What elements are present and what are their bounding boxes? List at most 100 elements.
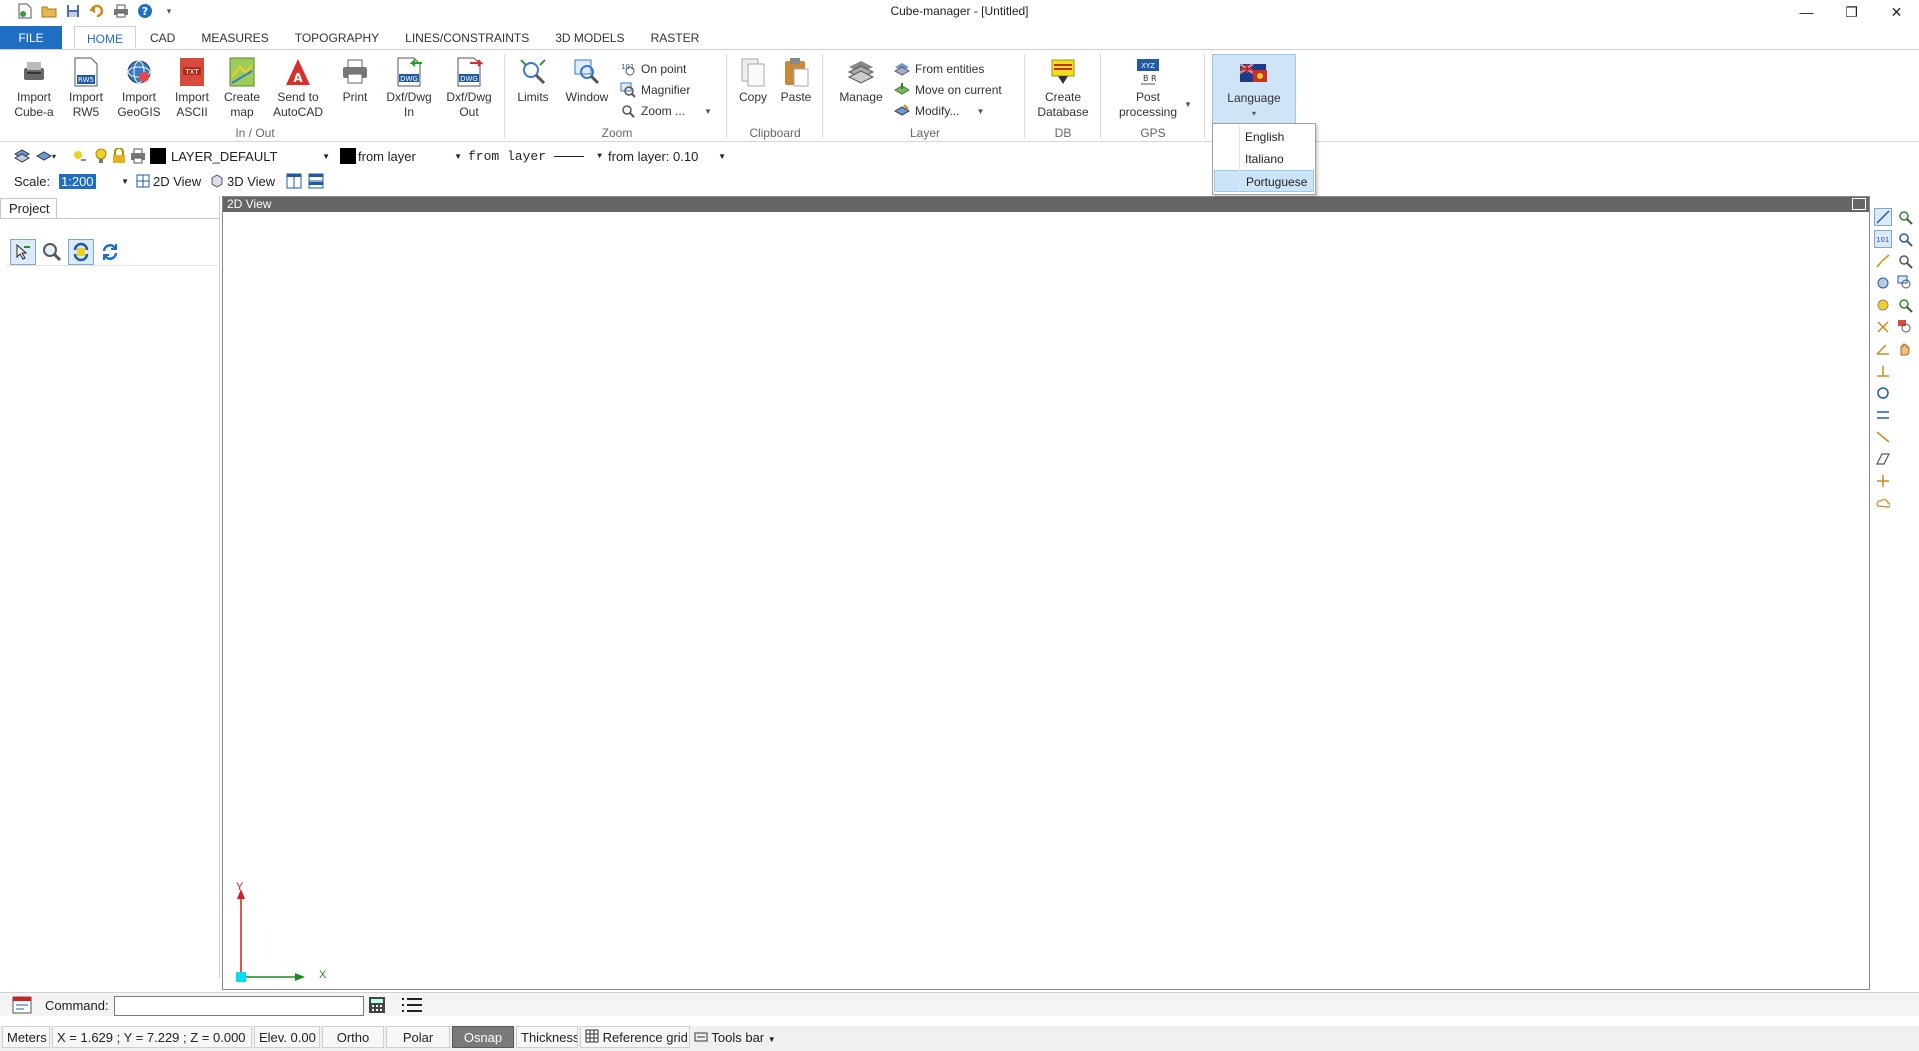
chevron-down-icon[interactable]: ▼ (1184, 100, 1192, 109)
zoom-on-point-button[interactable]: 101 On point (620, 60, 686, 78)
import-rw5-button[interactable]: RW5 Import RW5 (64, 56, 108, 120)
command-input[interactable] (114, 996, 364, 1016)
view-3d-button[interactable]: 3D View (210, 171, 275, 191)
perpendicular-tool-icon[interactable] (1874, 362, 1892, 380)
refresh-icon[interactable] (97, 239, 123, 265)
layer-select[interactable]: LAYER_DEFAULT ▼ (150, 146, 330, 166)
layers-manager-icon[interactable] (14, 146, 30, 166)
zoom-object-icon[interactable] (1896, 318, 1914, 336)
linetype-select[interactable]: from layer ▼ (468, 146, 602, 166)
units-indicator[interactable]: Meters (2, 1026, 50, 1048)
printer-small-icon[interactable] (130, 146, 146, 166)
osnap-toggle[interactable]: Osnap (452, 1026, 514, 1048)
scale-select[interactable]: 1:200 ▼ (59, 171, 129, 191)
layer-modify-button[interactable]: Modify... ▼ (894, 102, 984, 120)
language-option-english[interactable]: English (1213, 126, 1315, 148)
create-map-button[interactable]: Create map (222, 56, 262, 120)
node-tool-icon[interactable] (1874, 472, 1892, 490)
minimize-button[interactable]: — (1784, 0, 1829, 24)
dxf-dwg-in-button[interactable]: DWG Dxf/Dwg In (384, 56, 434, 120)
language-button[interactable]: Language ▾ (1212, 54, 1296, 126)
layer-from-entities-button[interactable]: From entities (894, 60, 984, 78)
select-pointer-icon[interactable] (10, 238, 36, 265)
lock-icon[interactable] (112, 146, 126, 166)
maximize-view-icon[interactable] (1852, 198, 1866, 210)
ortho-toggle[interactable]: Ortho (322, 1026, 384, 1048)
view-2d-button[interactable]: 2D View (136, 171, 201, 191)
tab-3d-models[interactable]: 3D MODELS (543, 26, 636, 49)
pan-hand-icon[interactable] (1896, 340, 1914, 358)
save-icon[interactable] (64, 2, 82, 20)
language-option-italiano[interactable]: Italiano (1213, 148, 1315, 170)
line-tool-icon[interactable] (1874, 208, 1892, 226)
copy-button[interactable]: Copy (736, 56, 770, 105)
command-history-icon[interactable] (12, 996, 32, 1017)
canvas-2d-view[interactable]: 2D View Y X (222, 196, 1870, 990)
zoom-realtime-icon[interactable] (1896, 296, 1914, 314)
zoom-limits-button[interactable]: Limits (514, 56, 552, 105)
arc-tool-icon[interactable] (1874, 384, 1892, 402)
import-geogis-button[interactable]: Import GeoGIS (116, 56, 162, 120)
tab-cad[interactable]: CAD (138, 26, 187, 49)
hatch-tool-icon[interactable] (1874, 450, 1892, 468)
create-database-button[interactable]: Create Database (1030, 56, 1096, 120)
split-horizontal-icon[interactable] (308, 171, 324, 191)
layer-move-on-current-button[interactable]: Move on current (894, 81, 1002, 99)
tools-bar-menu[interactable]: Tools bar ▼ (694, 1028, 776, 1048)
tab-topography[interactable]: TOPOGRAPHY (283, 26, 391, 49)
layer-visibility-icon[interactable] (72, 146, 88, 166)
tab-measures[interactable]: MEASURES (189, 26, 280, 49)
import-cube-a-button[interactable]: Import Cube-a (12, 56, 56, 120)
angle-tool-icon[interactable] (1874, 340, 1892, 358)
manage-layers-button[interactable]: Manage (838, 56, 884, 105)
print-button[interactable]: Print (338, 56, 372, 105)
reference-grid-toggle[interactable]: Reference grid (580, 1026, 690, 1048)
close-button[interactable]: ✕ (1874, 0, 1919, 24)
help-icon[interactable]: ? (136, 2, 154, 20)
bulb-icon[interactable] (94, 146, 108, 166)
zoom-more-button[interactable]: Zoom ... ▼ (620, 102, 712, 120)
undo-icon[interactable] (88, 2, 106, 20)
send-to-autocad-button[interactable]: A Send to AutoCAD (270, 56, 326, 120)
customize-qat-icon[interactable]: ▾ (160, 2, 178, 20)
open-folder-icon[interactable] (40, 2, 58, 20)
cloud-tool-icon[interactable] (1874, 494, 1892, 512)
dxf-dwg-out-button[interactable]: DWG Dxf/Dwg Out (444, 56, 494, 120)
lineweight-select[interactable]: from layer: 0.10 ▼ (608, 146, 726, 166)
thickness-toggle[interactable]: Thickness (516, 1026, 578, 1048)
sync-icon[interactable] (68, 238, 94, 265)
circle-tool-icon[interactable] (1874, 274, 1892, 292)
offset-tool-icon[interactable] (1874, 406, 1892, 424)
layer-state-icon[interactable]: ▾ (36, 146, 56, 166)
polar-toggle[interactable]: Polar (386, 1026, 450, 1048)
paste-button[interactable]: Paste (778, 56, 814, 105)
tab-file[interactable]: FILE (0, 26, 62, 49)
trim-tool-icon[interactable] (1874, 428, 1892, 446)
elevation-readout[interactable]: Elev. 0.00 (254, 1026, 320, 1048)
new-file-icon[interactable] (16, 2, 34, 20)
ellipse-tool-icon[interactable] (1874, 296, 1892, 314)
point-number-icon[interactable]: 101 (1874, 230, 1892, 248)
list-icon[interactable] (400, 996, 424, 1017)
calculator-icon[interactable] (368, 996, 386, 1017)
tab-project[interactable]: Project (0, 198, 57, 218)
tab-lines-constraints[interactable]: LINES/CONSTRAINTS (393, 26, 541, 49)
search-icon[interactable] (39, 239, 65, 265)
split-vertical-icon[interactable] (286, 171, 302, 191)
zoom-extents-icon[interactable] (1896, 208, 1914, 226)
language-option-portuguese[interactable]: Portuguese (1214, 170, 1314, 192)
post-processing-button[interactable]: XYZ B R Post processing (1108, 56, 1188, 120)
polyline-tool-icon[interactable] (1874, 252, 1892, 270)
zoom-magnifier-button[interactable]: Magnifier (620, 81, 690, 99)
import-ascii-button[interactable]: TXT Import ASCII (172, 56, 212, 120)
tab-raster[interactable]: RASTER (639, 26, 712, 49)
zoom-previous-icon[interactable] (1896, 274, 1914, 292)
print-icon[interactable] (112, 2, 130, 20)
zoom-window-small-icon[interactable] (1896, 252, 1914, 270)
tab-home[interactable]: HOME (74, 26, 136, 49)
zoom-window-button[interactable]: Window (564, 56, 610, 105)
cross-tool-icon[interactable] (1874, 318, 1892, 336)
restore-button[interactable]: ❐ (1829, 0, 1874, 24)
zoom-in-icon[interactable] (1896, 230, 1914, 248)
color-select[interactable]: from layer ▼ (340, 146, 462, 166)
